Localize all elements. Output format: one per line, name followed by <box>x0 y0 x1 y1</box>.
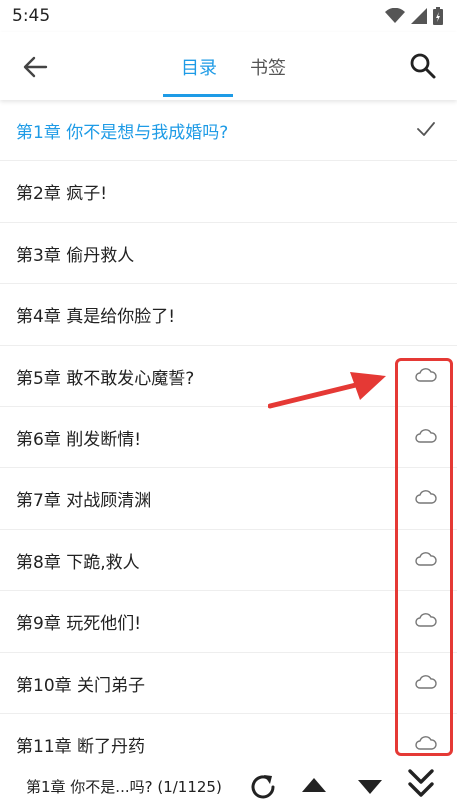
chapter-title: 第7章 对战顾清渊 <box>16 491 152 512</box>
chapter-title: 第1章 你不是想与我成婚吗? <box>16 123 229 143</box>
chapter-title: 第3章 偷丹救人 <box>16 245 135 266</box>
refresh-icon[interactable] <box>246 770 280 804</box>
search-icon[interactable] <box>409 52 437 80</box>
chapter-title: 第2章 疯子! <box>16 184 108 205</box>
active-tab-indicator <box>163 94 233 97</box>
toc-header: 目录 书签 <box>0 32 457 100</box>
chapter-title: 第10章 关门弟子 <box>16 675 146 696</box>
tab-bar: 目录 书签 <box>0 32 457 100</box>
status-bar: 5:45 <box>0 0 457 32</box>
chapter-title: 第4章 真是给你脸了! <box>16 307 176 328</box>
chapter-item[interactable]: 第7章 对战顾清渊 <box>0 468 457 530</box>
tab-bookmarks[interactable]: 书签 <box>250 54 286 80</box>
reading-footer: 第1章 你不是...吗? (1/1125) <box>0 766 457 812</box>
chapter-item[interactable]: 第6章 削发断情! <box>0 407 457 469</box>
chapter-item[interactable]: 第10章 关门弟子 <box>0 653 457 714</box>
chapter-item[interactable]: 第9章 玩死他们! <box>0 591 457 653</box>
chapter-title: 第11章 断了丹药 <box>16 736 146 757</box>
scroll-up-icon[interactable] <box>301 776 327 794</box>
annotation-highlight-box <box>395 358 453 756</box>
scroll-bottom-icon[interactable] <box>406 768 436 802</box>
chapter-title: 第8章 下跪,救人 <box>16 552 140 573</box>
annotation-arrow-icon <box>268 372 386 409</box>
checkmark-icon <box>417 122 435 136</box>
chapter-item[interactable]: 第3章 偷丹救人 <box>0 223 457 285</box>
status-icons <box>385 7 443 25</box>
chapter-title: 第6章 削发断情! <box>16 429 142 450</box>
battery-icon <box>433 7 443 25</box>
progress-text: 第1章 你不是...吗? (1/1125) <box>26 778 222 796</box>
chapter-title: 第5章 敢不敢发心魔誓? <box>16 368 195 389</box>
chapter-item[interactable]: 第8章 下跪,救人 <box>0 530 457 592</box>
chapter-item[interactable]: 第2章 疯子! <box>0 161 457 223</box>
chapter-list: 第1章 你不是想与我成婚吗? 第2章 疯子! 第3章 偷丹救人 第4章 真是给你… <box>0 100 457 776</box>
scroll-down-icon[interactable] <box>357 778 383 796</box>
tab-contents[interactable]: 目录 <box>181 54 217 80</box>
signal-icon <box>411 8 427 24</box>
chapter-item[interactable]: 第5章 敢不敢发心魔誓? <box>0 346 457 407</box>
wifi-icon <box>385 8 405 23</box>
chapter-item[interactable]: 第1章 你不是想与我成婚吗? <box>0 100 457 162</box>
chapter-title: 第9章 玩死他们! <box>16 614 142 635</box>
status-time: 5:45 <box>12 6 51 26</box>
chapter-item[interactable]: 第4章 真是给你脸了! <box>0 284 457 346</box>
